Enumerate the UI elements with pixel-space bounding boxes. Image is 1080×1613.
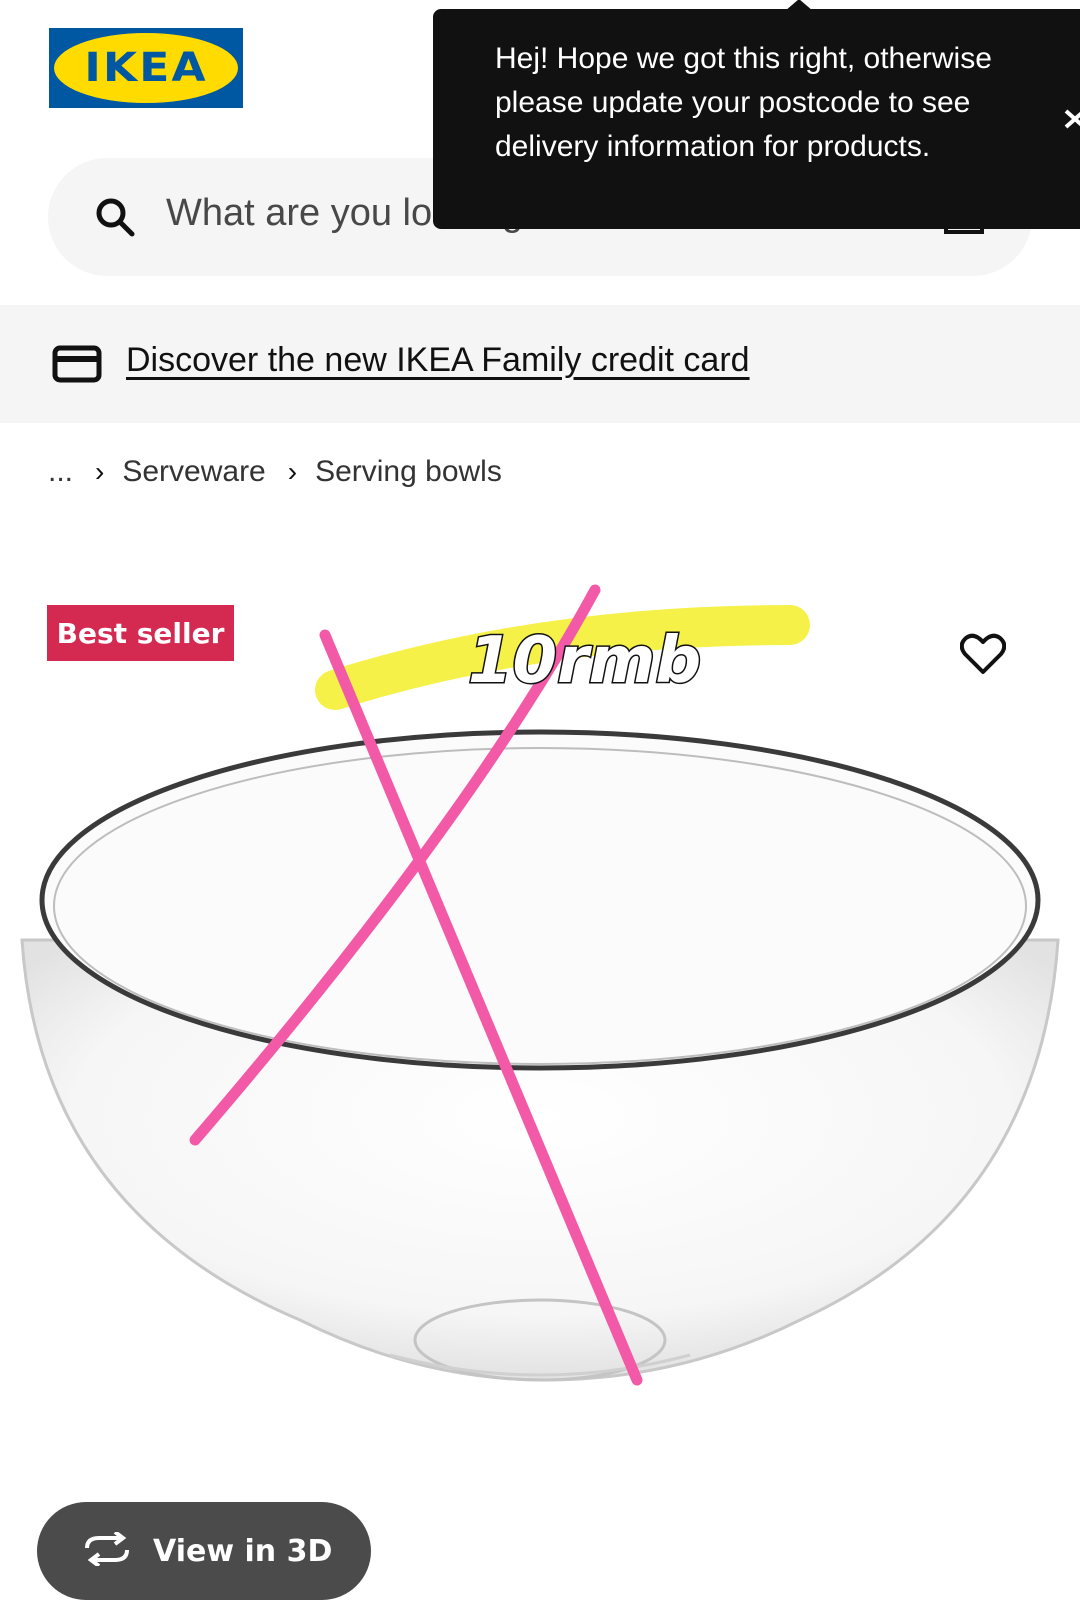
breadcrumb: ... › Serveware › Serving bowls	[48, 455, 502, 489]
rotate-3d-icon	[81, 1530, 133, 1570]
best-seller-badge: Best seller	[47, 605, 234, 661]
price-annotation: 10rmb	[468, 624, 701, 698]
tooltip-message: Hej! Hope we got this right, otherwise p…	[495, 42, 992, 163]
view-in-3d-button[interactable]: View in 3D	[37, 1502, 371, 1600]
search-icon	[94, 196, 138, 244]
chevron-right-icon: ›	[95, 456, 105, 487]
family-card-link[interactable]: Discover the new IKEA Family credit card	[126, 341, 750, 380]
close-icon[interactable]	[1062, 103, 1080, 133]
breadcrumb-item-serving-bowls[interactable]: Serving bowls	[315, 455, 502, 489]
breadcrumb-ellipsis[interactable]: ...	[48, 455, 73, 489]
heart-icon[interactable]	[959, 633, 1007, 679]
postcode-tooltip: Hej! Hope we got this right, otherwise p…	[433, 0, 1080, 229]
family-card-promo: Discover the new IKEA Family credit card	[0, 305, 1080, 423]
tooltip-arrow	[785, 0, 813, 11]
chevron-right-icon: ›	[287, 456, 298, 487]
breadcrumb-item-serveware[interactable]: Serveware	[122, 455, 265, 489]
credit-card-icon	[52, 345, 102, 387]
view-in-3d-label: View in 3D	[153, 1533, 333, 1569]
product-image: 10rmb	[20, 584, 1060, 1386]
logo-oval: IKEA	[54, 33, 238, 103]
ikea-logo[interactable]: IKEA	[49, 28, 243, 108]
logo-text: IKEA	[84, 45, 208, 91]
